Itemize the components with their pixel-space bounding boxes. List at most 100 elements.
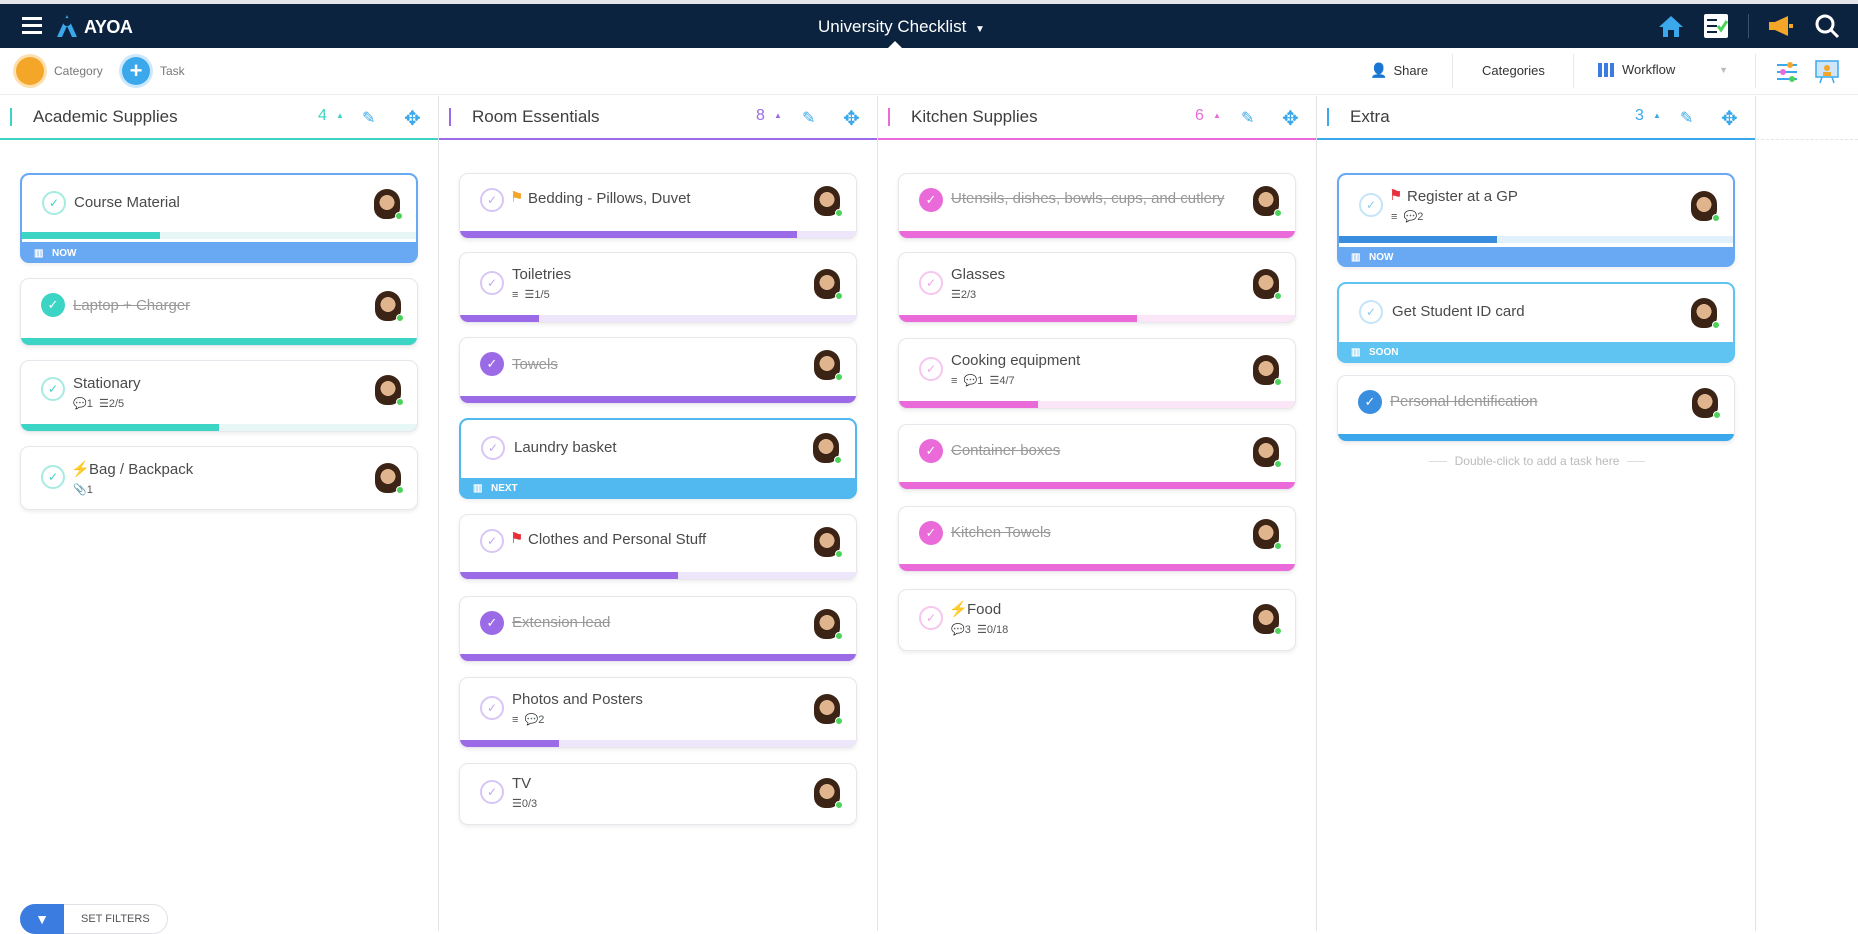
workflow-dropdown[interactable]: Workflow ▼ <box>1598 62 1728 77</box>
task-card[interactable]: ✓ Laptop + Charger <box>20 278 418 346</box>
check-circle-filled-icon[interactable]: ✓ <box>480 611 504 635</box>
set-filters-button[interactable]: ▼ SET FILTERS <box>20 904 168 934</box>
task-card[interactable]: ✓ TV ☰0/3 <box>459 763 857 825</box>
column-title[interactable]: Extra <box>1350 107 1390 127</box>
avatar[interactable] <box>814 778 843 809</box>
task-card[interactable]: ✓ ⚡ Bag / Backpack 📎1 <box>20 446 418 510</box>
filter-settings-icon[interactable] <box>1775 60 1799 89</box>
check-circle-icon[interactable]: ✓ <box>1359 193 1383 217</box>
task-card[interactable]: ✓ Stationary 💬1 ☰2/5 <box>20 360 418 432</box>
edit-icon[interactable]: ✎ <box>1241 108 1254 128</box>
status-tag[interactable]: ▥ SOON <box>1339 342 1733 361</box>
avatar[interactable] <box>813 433 842 464</box>
task-card[interactable]: ✓ Toiletries ≡ ☰1/5 <box>459 252 857 323</box>
move-icon[interactable]: ✥ <box>1721 106 1738 131</box>
check-circle-filled-icon[interactable]: ✓ <box>1358 390 1382 414</box>
check-circle-icon[interactable]: ✓ <box>919 357 943 381</box>
check-circle-filled-icon[interactable]: ✓ <box>919 439 943 463</box>
avatar[interactable] <box>1253 519 1282 550</box>
check-circle-icon[interactable]: ✓ <box>480 529 504 553</box>
check-circle-filled-icon[interactable]: ✓ <box>41 293 65 317</box>
sort-arrow-icon[interactable]: ▲ <box>1653 111 1661 120</box>
task-card[interactable]: ✓ Personal Identification <box>1337 375 1735 442</box>
sort-arrow-icon[interactable]: ▲ <box>1213 111 1221 120</box>
task-card[interactable]: ✓ Cooking equipment ≡ 💬1 ☰4/7 <box>898 338 1296 409</box>
avatar[interactable] <box>814 694 843 725</box>
task-card[interactable]: ✓ Extension lead <box>459 596 857 662</box>
avatar[interactable] <box>1253 604 1282 635</box>
check-circle-icon[interactable]: ✓ <box>480 188 504 212</box>
move-icon[interactable]: ✥ <box>843 106 860 131</box>
avatar[interactable] <box>375 463 404 494</box>
column-title[interactable]: Room Essentials <box>472 107 600 127</box>
avatar[interactable] <box>1253 437 1282 468</box>
edit-icon[interactable]: ✎ <box>1680 108 1693 128</box>
check-circle-icon[interactable]: ✓ <box>41 377 65 401</box>
task-card[interactable]: ✓ Glasses ☰2/3 <box>898 252 1296 323</box>
check-circle-icon[interactable]: ✓ <box>42 191 66 215</box>
column-title[interactable]: Academic Supplies <box>33 107 178 127</box>
ayoa-logo-icon[interactable] <box>55 13 79 39</box>
avatar[interactable] <box>375 291 404 322</box>
task-card[interactable]: ✓ Laundry basket ▥ NEXT <box>459 418 857 499</box>
task-card[interactable]: ✓ ⚑ Clothes and Personal Stuff <box>459 514 857 580</box>
task-card[interactable]: ✓ Towels <box>459 337 857 404</box>
presentation-icon[interactable] <box>1814 58 1840 89</box>
home-icon[interactable] <box>1658 14 1684 43</box>
check-circle-icon[interactable]: ✓ <box>1359 300 1383 324</box>
status-tag[interactable]: ▥ NEXT <box>461 478 855 497</box>
check-circle-icon[interactable]: ✓ <box>480 696 504 720</box>
move-icon[interactable]: ✥ <box>1282 106 1299 131</box>
avatar[interactable] <box>1253 269 1282 300</box>
check-circle-icon[interactable]: ✓ <box>481 436 505 460</box>
megaphone-icon[interactable] <box>1768 14 1794 43</box>
add-task-hint[interactable]: Double-click to add a task here <box>1417 454 1657 468</box>
task-card[interactable]: ✓ Kitchen Towels <box>898 506 1296 572</box>
status-tag[interactable]: ▥ NOW <box>1339 247 1733 265</box>
task-card[interactable]: ✓ ⚑ Bedding - Pillows, Duvet <box>459 173 857 239</box>
avatar[interactable] <box>1253 186 1282 217</box>
avatar[interactable] <box>814 186 843 217</box>
check-circle-filled-icon[interactable]: ✓ <box>919 521 943 545</box>
task-card[interactable]: ✓ ⚑ Register at a GP ≡ 💬2 ▥ NOW <box>1337 173 1735 267</box>
check-circle-icon[interactable]: ✓ <box>480 780 504 804</box>
column-title[interactable]: Kitchen Supplies <box>911 107 1038 127</box>
avatar[interactable] <box>1691 191 1720 222</box>
check-circle-icon[interactable]: ✓ <box>919 271 943 295</box>
avatar[interactable] <box>814 527 843 558</box>
check-circle-icon[interactable]: ✓ <box>480 271 504 295</box>
edit-icon[interactable]: ✎ <box>802 108 815 128</box>
add-task-button[interactable]: + Task <box>122 56 185 86</box>
tasks-icon[interactable] <box>1703 13 1729 44</box>
check-circle-filled-icon[interactable]: ✓ <box>480 352 504 376</box>
avatar[interactable] <box>814 350 843 381</box>
check-circle-icon[interactable]: ✓ <box>41 465 65 489</box>
check-circle-icon[interactable]: ✓ <box>919 606 943 630</box>
board-title-dropdown[interactable]: University Checklist ▼ <box>818 17 985 37</box>
sort-arrow-icon[interactable]: ▲ <box>774 111 782 120</box>
add-category-button[interactable]: Category <box>16 56 103 86</box>
sort-arrow-icon[interactable]: ▲ <box>336 111 344 120</box>
avatar[interactable] <box>1692 388 1721 419</box>
avatar[interactable] <box>1253 355 1282 386</box>
task-card[interactable]: ✓ ⚡ Food 💬3 ☰0/18 <box>898 589 1296 651</box>
avatar[interactable] <box>1691 298 1720 329</box>
search-icon[interactable] <box>1814 13 1840 44</box>
categories-button[interactable]: Categories <box>1482 63 1545 78</box>
task-card[interactable]: ✓ Get Student ID card ▥ SOON <box>1337 282 1735 363</box>
menu-icon[interactable] <box>22 17 42 34</box>
task-card[interactable]: ✓ Photos and Posters ≡ 💬2 <box>459 677 857 748</box>
edit-icon[interactable]: ✎ <box>362 108 375 128</box>
status-tag[interactable]: ▥ NOW <box>22 243 416 261</box>
task-card[interactable]: ✓ Utensils, dishes, bowls, cups, and cut… <box>898 173 1296 239</box>
task-card[interactable]: ✓ Container boxes <box>898 424 1296 490</box>
share-button[interactable]: 👤 Share <box>1370 62 1428 79</box>
board-pointer <box>888 41 902 48</box>
avatar[interactable] <box>375 375 404 406</box>
move-icon[interactable]: ✥ <box>404 106 421 131</box>
avatar[interactable] <box>814 609 843 640</box>
check-circle-filled-icon[interactable]: ✓ <box>919 188 943 212</box>
task-card[interactable]: ✓ Course Material ▥ NOW <box>20 173 418 263</box>
avatar[interactable] <box>374 189 403 220</box>
avatar[interactable] <box>814 269 843 300</box>
